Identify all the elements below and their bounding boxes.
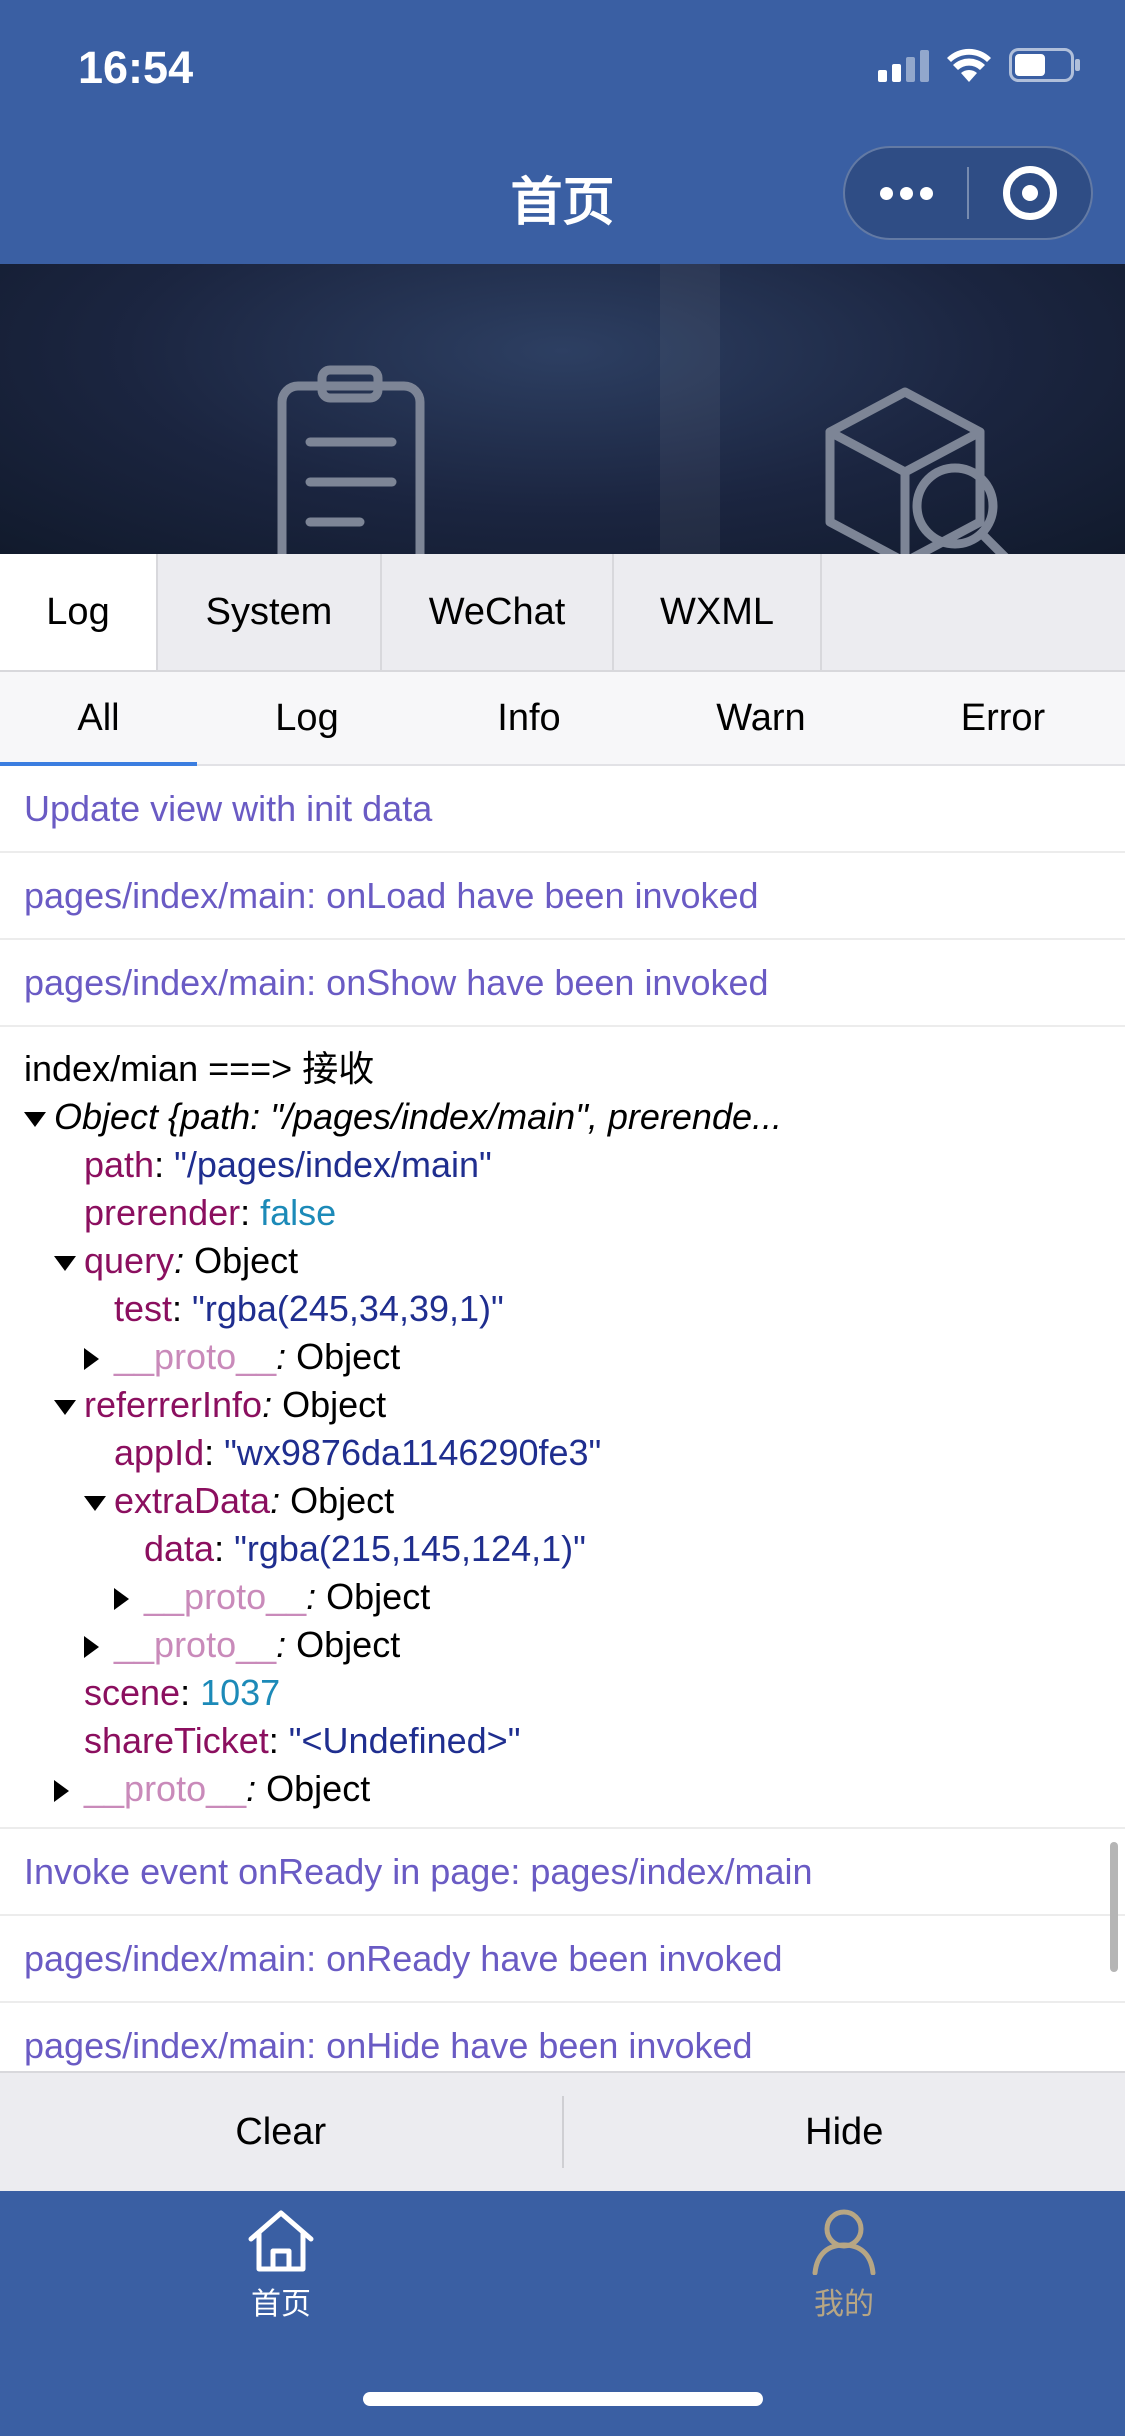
log-item: pages/index/main: onShow have been invok… [0,940,1125,1027]
log-item: pages/index/main: onLoad have been invok… [0,853,1125,940]
prop-key: path [84,1144,155,1185]
prop-key: scene [84,1672,181,1713]
prop-value: "rgba(245,34,39,1)" [192,1288,504,1329]
collapse-triangle-icon[interactable] [54,1381,84,1429]
prop-key: __proto__ [84,1768,247,1809]
wifi-icon [947,48,991,82]
prop-key: prerender [84,1192,241,1233]
object-prop-row: prerender: false [24,1189,1125,1237]
prop-key: query [84,1240,175,1281]
console-toolbar: Clear Hide [0,2071,1125,2191]
object-prop-row[interactable]: __proto__: Object [24,1573,1125,1621]
prop-value: Object [296,1336,401,1377]
prop-key: __proto__ [114,1336,277,1377]
tab-wxml[interactable]: WXML [614,554,822,670]
tabbar-item-home[interactable]: 首页 [181,2207,381,2323]
object-summary: Object {path: "/pages/index/main", prere… [54,1096,782,1137]
log-scrollbar[interactable] [1110,1842,1118,1972]
object-prop-row[interactable]: query: Object [24,1237,1125,1285]
home-icon [248,2210,314,2272]
prop-key: data [144,1528,215,1569]
object-prop-row: path: "/pages/index/main" [24,1141,1125,1189]
expand-triangle-icon[interactable] [54,1765,84,1813]
prop-value: Object [266,1768,371,1809]
status-time: 16:54 [78,42,194,93]
object-log-header: index/mian ===> 接收 [24,1048,375,1089]
signal-icon [878,48,929,82]
log-level-tabs: All Log Info Warn Error [0,672,1125,766]
object-prop-row[interactable]: __proto__: Object [24,1621,1125,1669]
filter-all[interactable]: All [0,672,197,766]
expand-triangle-icon[interactable] [84,1333,114,1381]
prop-key: __proto__ [114,1624,277,1665]
hide-button[interactable]: Hide [564,2073,1125,2191]
status-icons [878,48,1081,82]
expand-triangle-icon[interactable] [114,1573,144,1621]
object-root-row[interactable]: Object {path: "/pages/index/main", prere… [24,1093,1125,1141]
banner-image [0,264,1125,554]
object-prop-row: data: "rgba(215,145,124,1)" [24,1525,1125,1573]
tab-wechat[interactable]: WeChat [382,554,614,670]
tabbar-label-home: 首页 [251,2288,311,2321]
object-prop-row[interactable]: referrerInfo: Object [24,1381,1125,1429]
object-prop-row: scene: 1037 [24,1669,1125,1717]
target-icon [1003,166,1057,220]
prop-key: referrerInfo [84,1384,263,1425]
log-item: Update view with init data [0,766,1125,853]
app-header: 16:54 首页 [0,0,1125,264]
collapse-triangle-icon[interactable] [84,1477,114,1525]
expand-triangle-icon[interactable] [84,1621,114,1669]
filter-log[interactable]: Log [197,672,417,764]
more-icon [879,186,933,200]
tab-log[interactable]: Log [0,554,158,670]
filter-error[interactable]: Error [881,672,1125,764]
user-icon [812,2209,876,2275]
close-miniprogram-button[interactable] [969,148,1091,238]
prop-value: Object [282,1384,387,1425]
log-item: Invoke event onReady in page: pages/inde… [0,1829,1125,1916]
prop-key: __proto__ [144,1576,307,1617]
miniprogram-capsule [843,146,1093,240]
collapse-triangle-icon[interactable] [54,1237,84,1285]
prop-value: 1037 [200,1672,281,1713]
tab-system[interactable]: System [158,554,382,670]
object-prop-row[interactable]: __proto__: Object [24,1765,1125,1813]
log-list[interactable]: Update view with init data pages/index/m… [0,766,1125,2071]
prop-key: appId [114,1432,205,1473]
prop-key: test [114,1288,173,1329]
tabbar-item-mine[interactable]: 我的 [744,2207,944,2323]
prop-value: Object [296,1624,401,1665]
prop-key: extraData [114,1480,271,1521]
prop-key: shareTicket [84,1720,269,1761]
prop-value: Object [290,1480,395,1521]
banner-illustration [277,365,1009,554]
home-indicator[interactable] [363,2392,763,2406]
prop-value: "/pages/index/main" [174,1144,492,1185]
tabbar-label-mine: 我的 [814,2288,874,2321]
object-prop-row: shareTicket: "<Undefined>" [24,1717,1125,1765]
collapse-triangle-icon[interactable] [24,1093,54,1141]
clear-button[interactable]: Clear [0,2073,562,2191]
filter-warn[interactable]: Warn [641,672,881,764]
prop-value: "wx9876da1146290fe3" [224,1432,602,1473]
filter-info[interactable]: Info [417,672,641,764]
log-item: pages/index/main: onReady have been invo… [0,1916,1125,2003]
prop-value: Object [326,1576,431,1617]
vconsole-panel-tabs: Log System WeChat WXML [0,554,1125,672]
object-prop-row: appId: "wx9876da1146290fe3" [24,1429,1125,1477]
log-item: pages/index/main: onHide have been invok… [0,2003,1125,2071]
object-prop-row: test: "rgba(245,34,39,1)" [24,1285,1125,1333]
prop-value: "rgba(215,145,124,1)" [234,1528,586,1569]
more-button[interactable] [845,148,967,238]
battery-icon [1009,48,1081,82]
prop-value: "<Undefined>" [288,1720,521,1761]
object-prop-row[interactable]: __proto__: Object [24,1333,1125,1381]
prop-value: false [260,1192,337,1233]
object-log-item: index/mian ===> 接收 Object {path: "/pages… [0,1027,1125,1829]
object-prop-row[interactable]: extraData: Object [24,1477,1125,1525]
prop-value: Object [194,1240,299,1281]
